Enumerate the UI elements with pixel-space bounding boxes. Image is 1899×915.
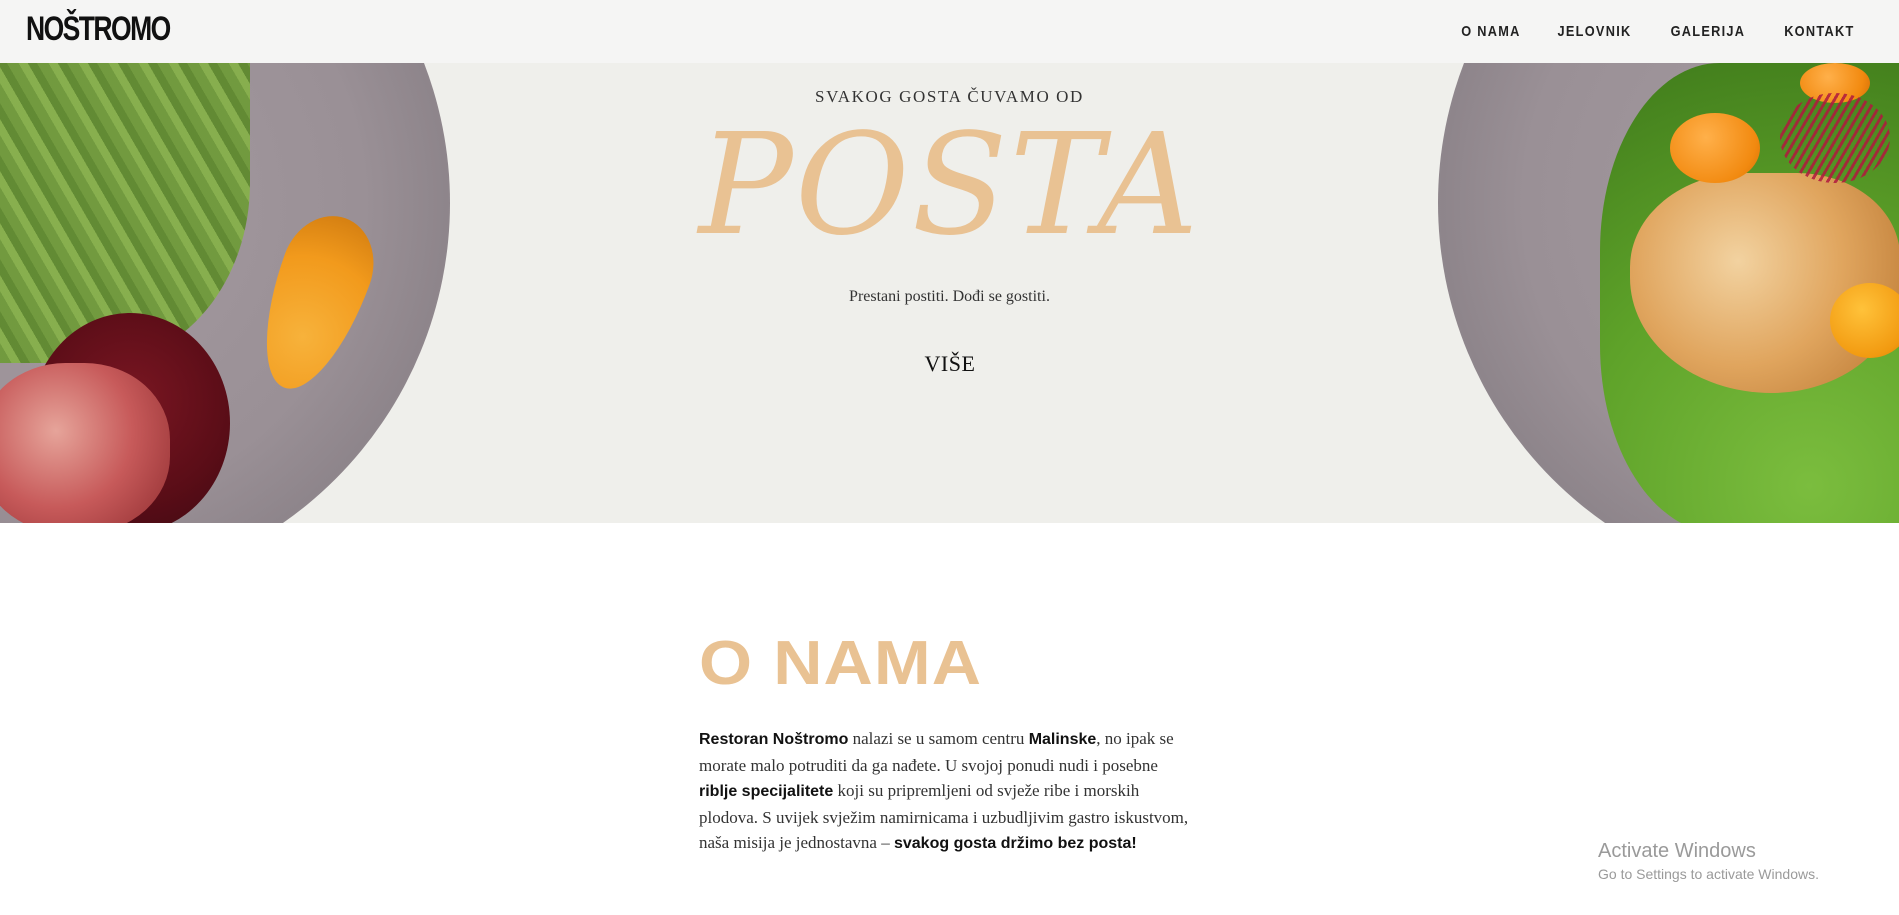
nav-link-galerija[interactable]: GALERIJA: [1671, 23, 1746, 40]
more-button[interactable]: VIŠE: [900, 349, 1000, 379]
about-title: O NAMA: [699, 629, 983, 698]
about-text: Restoran Noštromo nalazi se u samom cent…: [699, 726, 1199, 857]
about-text-bold: Restoran Noštromo: [699, 731, 849, 748]
hero-tagline: Prestani postiti. Dođi se gostiti.: [849, 288, 1050, 305]
watermark-subtitle: Go to Settings to activate Windows.: [1598, 866, 1819, 882]
about-text-bold: riblje specijalitete: [699, 783, 834, 800]
main-nav: O NAMA JELOVNIK GALERIJA KONTAKT: [1456, 0, 1861, 63]
hero-section: SVAKOG GOSTA ČUVAMO OD POSTA Prestani po…: [0, 63, 1899, 523]
about-text-bold: Malinske: [1028, 731, 1097, 748]
about-text-bold: svakog gosta držimo bez posta!: [893, 835, 1137, 852]
nav-link-kontakt[interactable]: KONTAKT: [1784, 23, 1854, 40]
watermark-title: Activate Windows: [1598, 840, 1756, 862]
about-text-span: nalazi se u samom centru: [848, 729, 1029, 748]
site-header: NOŠTROMO O NAMA JELOVNIK GALERIJA KONTAK…: [0, 0, 1899, 63]
nav-link-o-nama[interactable]: O NAMA: [1461, 23, 1520, 40]
windows-activation-watermark: Activate Windows Go to Settings to activ…: [1598, 840, 1819, 882]
about-section: O NAMA Restoran Noštromo nalazi se u sam…: [699, 633, 1199, 857]
nav-link-jelovnik[interactable]: JELOVNIK: [1558, 23, 1632, 40]
hero-content: SVAKOG GOSTA ČUVAMO OD POSTA Prestani po…: [0, 63, 1899, 523]
site-logo[interactable]: NOŠTROMO: [26, 10, 171, 49]
hero-title: POSTA: [698, 104, 1201, 267]
